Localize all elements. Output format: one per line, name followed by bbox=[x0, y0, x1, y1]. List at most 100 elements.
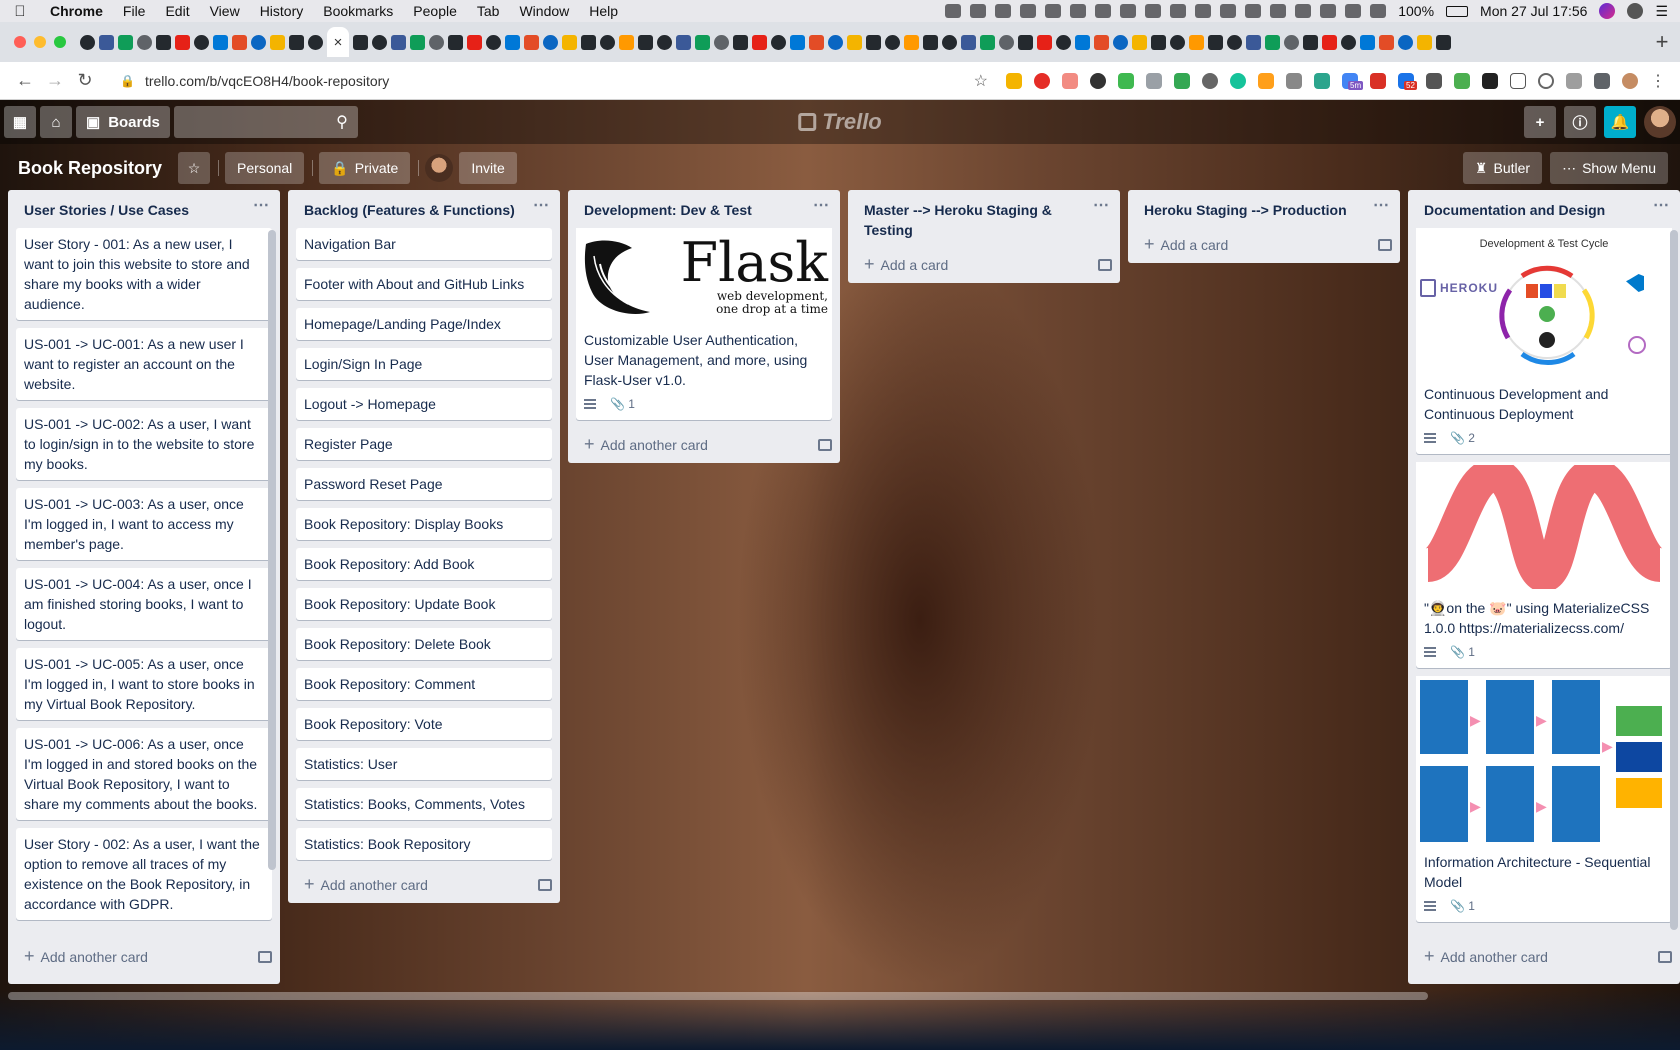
tab-favicon-icon[interactable] bbox=[619, 34, 634, 50]
tab-favicon-icon[interactable] bbox=[1189, 34, 1204, 50]
status-app-icon[interactable] bbox=[1170, 4, 1187, 18]
list-title[interactable]: Development: Dev & Test bbox=[584, 202, 752, 218]
card-dev-cycle[interactable]: Development & Test Cycle HEROKU Continuo… bbox=[1416, 228, 1672, 454]
tab-favicon-icon[interactable] bbox=[885, 34, 900, 50]
tab-favicon-icon[interactable] bbox=[1398, 34, 1413, 50]
card[interactable]: US-001 -> UC-003: As a user, once I'm lo… bbox=[16, 488, 272, 560]
list-header[interactable]: Heroku Staging --> Production ⋯ bbox=[1128, 190, 1400, 228]
tab-favicon-icon[interactable] bbox=[232, 34, 247, 50]
menu-bookmarks[interactable]: Bookmarks bbox=[313, 3, 403, 19]
menu-app-name[interactable]: Chrome bbox=[40, 3, 113, 19]
card[interactable]: US-001 -> UC-001: As a new user I want t… bbox=[16, 328, 272, 400]
tab-favicon-icon[interactable] bbox=[1151, 34, 1166, 50]
tab-favicon-icon[interactable] bbox=[137, 34, 152, 50]
card[interactable]: US-001 -> UC-004: As a user, once I am f… bbox=[16, 568, 272, 640]
card[interactable]: Book Repository: Comment bbox=[296, 668, 552, 700]
menu-people[interactable]: People bbox=[403, 3, 467, 19]
google-drive-icon[interactable] bbox=[1006, 72, 1022, 89]
tab-favicon-icon[interactable] bbox=[1360, 34, 1375, 50]
star-board-icon[interactable]: ☆ bbox=[178, 152, 211, 184]
active-tab[interactable]: × bbox=[327, 27, 349, 57]
tab-favicon-icon[interactable] bbox=[1113, 34, 1128, 50]
tab-favicon-icon[interactable] bbox=[372, 34, 387, 50]
list-menu-icon[interactable]: ⋯ bbox=[1653, 196, 1670, 216]
card[interactable]: User Story - 002: As a user, I want the … bbox=[16, 828, 272, 920]
list-menu-icon[interactable]: ⋯ bbox=[1093, 196, 1110, 216]
menubar-clock[interactable]: Mon 27 Jul 17:56 bbox=[1480, 3, 1587, 19]
extension-icon[interactable] bbox=[1482, 72, 1498, 89]
menu-history[interactable]: History bbox=[250, 3, 314, 19]
user-icon[interactable] bbox=[1627, 3, 1644, 19]
list-header[interactable]: Master --> Heroku Staging & Testing ⋯ bbox=[848, 190, 1120, 248]
card-materialize[interactable]: "👨‍🚀on the 🐷" using MaterializeCSS 1.0.0… bbox=[1416, 462, 1672, 668]
extension-icon[interactable] bbox=[1370, 72, 1386, 89]
new-tab-button[interactable]: + bbox=[1644, 29, 1680, 55]
board-title[interactable]: Book Repository bbox=[18, 158, 162, 179]
card-template-icon[interactable] bbox=[258, 950, 272, 963]
card[interactable]: US-001 -> UC-002: As a user, I want to l… bbox=[16, 408, 272, 480]
tab-favicon-icon[interactable] bbox=[980, 34, 995, 50]
url-text[interactable]: trello.com/b/vqcEO8H4/book-repository bbox=[145, 73, 389, 89]
tab-favicon-icon[interactable] bbox=[1132, 34, 1147, 50]
list-title[interactable]: Master --> Heroku Staging & Testing bbox=[864, 202, 1052, 238]
status-app-icon[interactable] bbox=[1245, 4, 1262, 18]
card[interactable]: US-001 -> UC-005: As a user, once I'm lo… bbox=[16, 648, 272, 720]
lock-icon[interactable]: 🔒 bbox=[120, 74, 135, 88]
extension-icon[interactable]: 52 bbox=[1398, 72, 1417, 90]
battery-icon[interactable] bbox=[1446, 5, 1469, 17]
list-menu-icon[interactable]: ⋯ bbox=[813, 196, 830, 216]
back-icon[interactable]: ← bbox=[10, 70, 40, 91]
add-card-button[interactable]: + Add another card bbox=[8, 940, 280, 975]
search-input[interactable]: ⚲ bbox=[173, 106, 358, 138]
tab-favicon-icon[interactable] bbox=[524, 34, 539, 50]
member-avatar[interactable] bbox=[1644, 106, 1676, 138]
menu-help[interactable]: Help bbox=[579, 3, 628, 19]
tab-favicon-icon[interactable] bbox=[600, 34, 615, 50]
card[interactable]: Book Repository: Add Book bbox=[296, 548, 552, 580]
invite-button[interactable]: Invite bbox=[459, 152, 517, 184]
tab-favicon-icon[interactable] bbox=[429, 34, 444, 50]
home-icon[interactable]: ⌂ bbox=[40, 106, 72, 138]
tab-favicon-icon[interactable] bbox=[80, 34, 95, 50]
tab-favicon-icon[interactable] bbox=[695, 34, 710, 50]
card[interactable]: Register Page bbox=[296, 428, 552, 460]
card[interactable]: Statistics: Book Repository bbox=[296, 828, 552, 860]
card[interactable]: Logout -> Homepage bbox=[296, 388, 552, 420]
card[interactable]: Footer with About and GitHub Links bbox=[296, 268, 552, 300]
extension-icon[interactable] bbox=[1258, 72, 1274, 89]
extension-icon[interactable] bbox=[1062, 72, 1078, 89]
tab-favicon-icon[interactable] bbox=[467, 34, 482, 50]
tab-favicon-icon[interactable] bbox=[410, 34, 425, 50]
tab-favicon-icon[interactable] bbox=[1018, 34, 1033, 50]
card[interactable]: Statistics: User bbox=[296, 748, 552, 780]
list-scrollbar[interactable] bbox=[1670, 230, 1678, 930]
extension-icon[interactable] bbox=[1286, 72, 1302, 89]
calendar-extension-icon[interactable]: 5m bbox=[1342, 72, 1364, 90]
tab-favicon-icon[interactable] bbox=[562, 34, 577, 50]
card-template-icon[interactable] bbox=[818, 438, 832, 451]
menu-edit[interactable]: Edit bbox=[155, 3, 199, 19]
reload-icon[interactable]: ↻ bbox=[70, 70, 100, 91]
list-title[interactable]: Heroku Staging --> Production bbox=[1144, 202, 1347, 218]
tab-favicon-icon[interactable] bbox=[308, 34, 323, 50]
battery-percent[interactable]: 100% bbox=[1398, 3, 1434, 19]
tab-favicon-icon[interactable] bbox=[676, 34, 691, 50]
extension-icon[interactable] bbox=[1538, 72, 1554, 89]
tab-favicon-icon[interactable] bbox=[1341, 34, 1356, 50]
card[interactable]: Book Repository: Vote bbox=[296, 708, 552, 740]
extension-icon[interactable] bbox=[1174, 72, 1190, 89]
bluetooth-icon[interactable] bbox=[1345, 4, 1362, 18]
profile-avatar-icon[interactable] bbox=[1622, 72, 1638, 89]
tab-favicon-icon[interactable] bbox=[270, 34, 285, 50]
card-template-icon[interactable] bbox=[1658, 950, 1672, 963]
tab-favicon-icon[interactable] bbox=[733, 34, 748, 50]
chrome-menu-icon[interactable]: ⋮ bbox=[1650, 71, 1666, 91]
status-app-icon[interactable] bbox=[995, 4, 1012, 18]
card-flask-user[interactable]: Flask web development, one drop at a tim… bbox=[576, 228, 832, 420]
card[interactable]: Book Repository: Update Book bbox=[296, 588, 552, 620]
tab-favicon-icon[interactable] bbox=[866, 34, 881, 50]
tab-favicon-icon[interactable] bbox=[1056, 34, 1071, 50]
tab-favicon-icon[interactable] bbox=[923, 34, 938, 50]
menu-file[interactable]: File bbox=[113, 3, 156, 19]
tab-favicon-icon[interactable] bbox=[1170, 34, 1185, 50]
